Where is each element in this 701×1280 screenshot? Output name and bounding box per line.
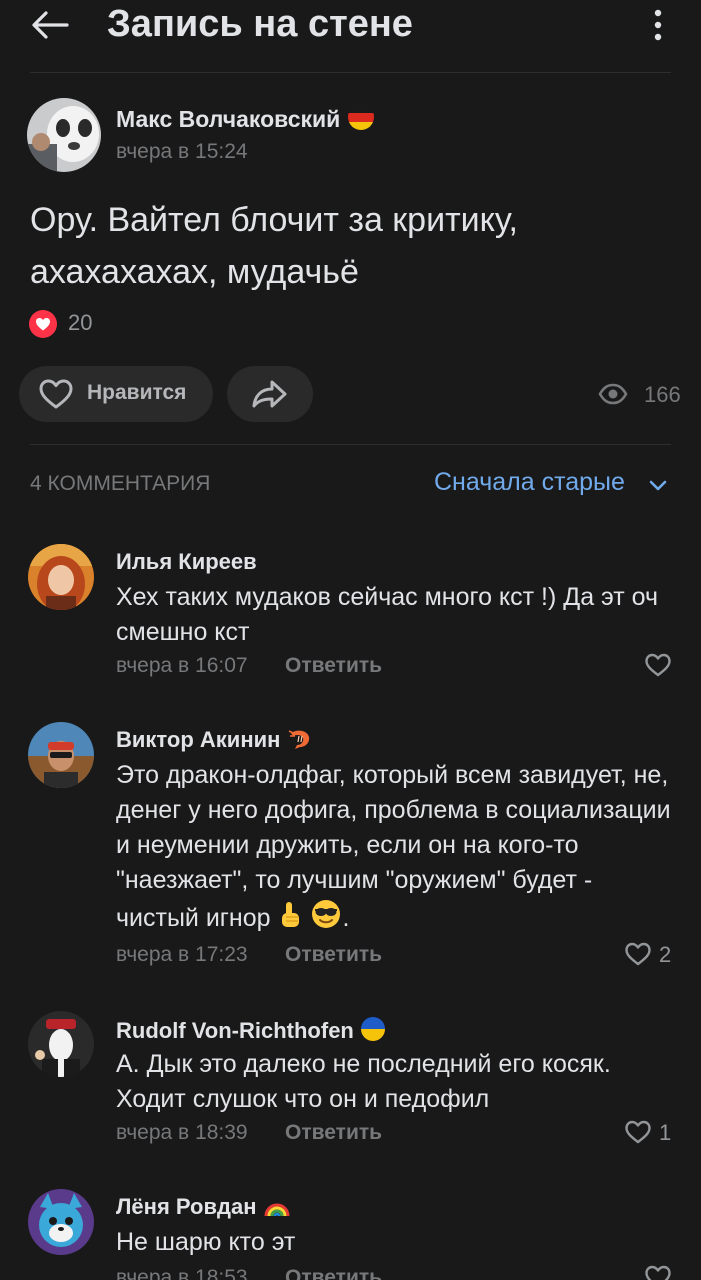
- share-button[interactable]: [227, 366, 313, 422]
- like-button-label: Нравится: [87, 381, 187, 404]
- comment-time: вчера в 17:23: [116, 943, 248, 966]
- heart-reaction-icon[interactable]: [28, 309, 58, 339]
- comment-like-count: 1: [659, 1120, 672, 1145]
- rainbow-icon: [264, 1203, 290, 1217]
- comment-text: А. Дык это далеко не последний его косяк…: [116, 1050, 611, 1113]
- heart-outline-icon[interactable]: [644, 1264, 672, 1280]
- commenter-avatar[interactable]: [28, 1011, 94, 1077]
- comment-time: вчера в 18:39: [116, 1121, 248, 1144]
- comment-text: Не шарю кто эт: [116, 1228, 296, 1256]
- hand-point-up-icon: [282, 902, 300, 927]
- commenter-avatar[interactable]: [28, 1189, 94, 1255]
- post-text: Ору. Вайтел блочит за критику, ахахахаха…: [30, 201, 518, 291]
- reply-button[interactable]: Ответить: [285, 1121, 382, 1145]
- commenter-avatar[interactable]: [28, 544, 94, 610]
- arrow-left-icon[interactable]: [30, 10, 70, 40]
- reply-button[interactable]: Ответить: [285, 654, 382, 678]
- heart-outline-icon[interactable]: [644, 652, 672, 678]
- eye-icon: [598, 383, 628, 405]
- commenter-avatar[interactable]: [28, 722, 94, 788]
- sunglasses-smiley-icon: [312, 900, 341, 928]
- views-count: 166: [644, 382, 681, 407]
- chevron-down-icon[interactable]: [648, 476, 668, 494]
- commenter-name[interactable]: Виктор Акинин: [116, 727, 313, 753]
- heart-outline-icon[interactable]: [624, 941, 652, 967]
- reaction-count: 20: [68, 310, 93, 335]
- page-title: Запись на стене: [107, 3, 413, 45]
- comment-text: Это дракон-олдфаг, который всем завидует…: [116, 761, 671, 932]
- comment-time: вчера в 16:07: [116, 654, 248, 677]
- sort-order-dropdown[interactable]: Сначала старые: [434, 468, 625, 497]
- share-arrow-icon: [252, 380, 287, 408]
- actions-divider: [30, 444, 671, 445]
- comment-like-count: 2: [659, 942, 672, 967]
- reply-button[interactable]: Ответить: [285, 943, 382, 967]
- comment-time: вчера в 18:53: [116, 1266, 248, 1280]
- ukraine-flag-icon: [361, 1017, 385, 1041]
- more-vertical-icon[interactable]: [646, 8, 670, 42]
- reply-button[interactable]: Ответить: [285, 1266, 382, 1280]
- header-divider: [30, 72, 671, 73]
- shrimp-icon: [288, 730, 309, 749]
- commenter-name[interactable]: Rudolf Von-Richthofen: [116, 1016, 386, 1044]
- post-time: вчера в 15:24: [116, 140, 248, 163]
- heart-outline-icon[interactable]: [624, 1119, 652, 1145]
- post-author-avatar[interactable]: [27, 98, 101, 172]
- top-bar: Запись на стене: [0, 0, 701, 72]
- germany-flag-icon: [347, 104, 374, 130]
- commenter-name[interactable]: Илья Киреев: [116, 549, 257, 575]
- commenter-name[interactable]: Лёня Ровдан: [116, 1194, 291, 1220]
- heart-outline-icon: [39, 379, 73, 409]
- comments-count: 4 КОММЕНТАРИЯ: [30, 472, 211, 495]
- post-author-name[interactable]: Макс Волчаковский: [116, 103, 375, 133]
- comment-text: Хех таких мудаков сейчас много кст !) Да…: [116, 583, 659, 646]
- like-button[interactable]: Нравится: [19, 366, 213, 422]
